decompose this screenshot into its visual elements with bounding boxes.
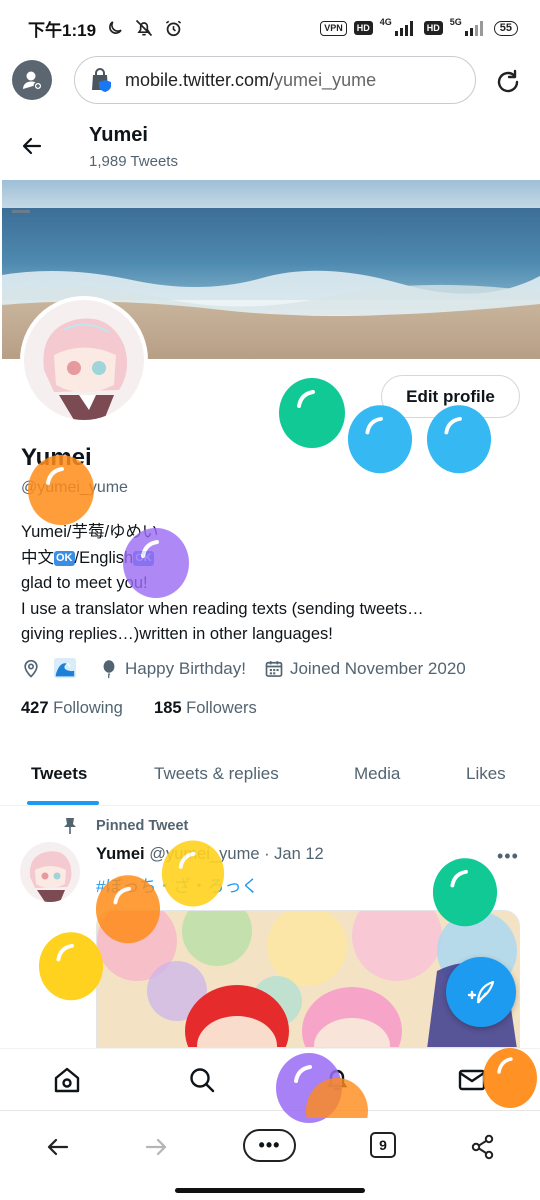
battery-indicator: 55 (493, 20, 518, 36)
mute-bell-icon (135, 19, 153, 37)
bio-line: Yumei/芋莓/ゆめい (21, 523, 159, 541)
bio-line: I use a translator when reading texts (s… (21, 599, 424, 618)
browser-tabs-button[interactable]: 9 (370, 1132, 396, 1158)
edit-profile-button[interactable]: Edit profile (381, 375, 520, 418)
back-arrow-icon[interactable] (20, 134, 44, 158)
header-name: Yumei (89, 124, 148, 146)
pinned-label: Pinned Tweet (96, 818, 189, 834)
calendar-icon (265, 661, 283, 677)
tab-likes[interactable]: Likes (466, 764, 506, 784)
birthday-text: Happy Birthday! (125, 659, 246, 678)
joined-date: Joined November 2020 (289, 659, 466, 678)
hd-indicator-2: HD (423, 21, 443, 35)
decorative-balloon-icon (38, 932, 104, 1001)
following-link[interactable]: 427 Following (21, 699, 123, 717)
tab-tweets-replies[interactable]: Tweets & replies (154, 764, 279, 784)
tab-tweets[interactable]: Tweets (31, 764, 87, 784)
follow-stats: 427 Following 185 Followers (21, 699, 257, 718)
browser-account-button[interactable] (12, 60, 52, 100)
twitter-bottom-nav (0, 1048, 540, 1110)
followers-link[interactable]: 185 Followers (154, 699, 257, 717)
secure-shopping-bag-icon (92, 68, 111, 92)
location-pin-icon (24, 659, 38, 678)
url-text: mobile.twitter.com/yumei_yume (125, 69, 377, 90)
profile-avatar[interactable] (20, 296, 148, 424)
tweet-hashtag[interactable]: #ぼっち・ざ・ろっく (96, 872, 258, 897)
profile-tabs: Tweets Tweets & replies Media Likes (0, 748, 540, 806)
share-icon[interactable] (469, 1133, 497, 1161)
search-icon[interactable] (187, 1065, 217, 1095)
profile-name: Yumei (21, 444, 92, 471)
browser-forward-icon[interactable] (142, 1133, 170, 1161)
tweet-header: Yumei @yumei_yume · Jan 12 (96, 845, 324, 864)
network-type-2: 5G (449, 17, 462, 27)
browser-bottom-nav: ••• 9 (0, 1110, 540, 1182)
ok-badge-icon: OK (133, 550, 154, 566)
profile-handle: @yumei_yume (21, 479, 128, 496)
browser-toolbar: mobile.twitter.com/yumei_yume (0, 56, 540, 106)
ok-badge-icon: OK (54, 550, 75, 566)
moon-icon (109, 21, 122, 34)
notifications-bell-icon[interactable] (322, 1065, 352, 1095)
url-field[interactable]: mobile.twitter.com/yumei_yume (74, 56, 476, 104)
reload-icon[interactable] (494, 68, 522, 96)
balloon-icon (103, 660, 115, 679)
profile-meta-row: Happy Birthday! Joined November 2020 (21, 658, 466, 680)
browser-menu-button[interactable]: ••• (243, 1129, 296, 1162)
bio-line: giving replies…)written in other languag… (21, 625, 333, 643)
status-time: 下午1:19 (28, 20, 97, 40)
pin-icon (64, 818, 76, 834)
pinned-label-row: Pinned Tweet (62, 817, 188, 835)
tweet-more-button[interactable]: ••• (497, 846, 519, 867)
signal-icon (394, 21, 413, 36)
header-tweet-count: 1,989 Tweets (89, 153, 178, 170)
compose-tweet-button[interactable] (446, 957, 516, 1027)
tab-media[interactable]: Media (354, 764, 400, 784)
active-tab-indicator (27, 801, 99, 805)
wave-emoji-icon (54, 658, 76, 679)
alarm-icon (165, 20, 182, 36)
network-type: 4G (379, 17, 392, 27)
browser-back-icon[interactable] (44, 1133, 72, 1161)
bio-line: 中文 OK/English OK (21, 548, 154, 567)
status-bar: 下午1:19 VPN HD 4G HD 5G 55 (0, 0, 540, 56)
signal-icon-2 (464, 21, 483, 36)
user-icon (23, 71, 43, 91)
vpn-indicator: VPN (320, 20, 347, 36)
compose-feather-icon (467, 980, 495, 1004)
profile-bio: Yumei/芋莓/ゆめい 中文 OK/English OK glad to meet… (21, 520, 521, 648)
bio-line: glad to meet you! (21, 574, 148, 592)
tweet-avatar[interactable] (20, 842, 80, 902)
profile-header: Yumei 1,989 Tweets (0, 114, 540, 180)
tweet-handle-date: @yumei_yume · Jan 12 (149, 845, 324, 863)
tweet-author[interactable]: Yumei (96, 845, 145, 863)
messages-envelope-icon[interactable] (457, 1065, 487, 1095)
home-icon[interactable] (52, 1065, 82, 1095)
decorative-balloon-icon (279, 378, 345, 448)
home-indicator (175, 1188, 365, 1193)
hd-indicator: HD (353, 21, 373, 35)
